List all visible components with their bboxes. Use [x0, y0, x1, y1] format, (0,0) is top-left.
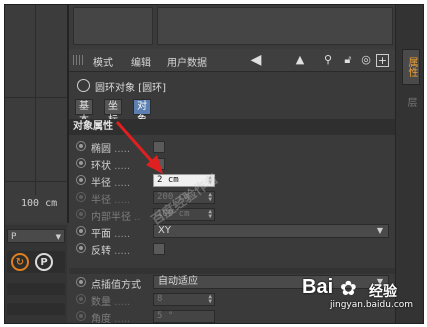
app-window: 100 cm P ▼ ↻ P 模式 编辑 用户数据 ◀ ▲ ⚲ 🔓︎ ◎ + 圆… — [4, 4, 424, 324]
annotation-arrow — [115, 121, 163, 174]
baidu-brand-cn: 经验 — [369, 284, 397, 300]
paw-icon: ✿ — [340, 276, 357, 300]
baidu-url: jingyan.baidu.com — [330, 300, 414, 310]
baidu-logo: Bai — [302, 276, 334, 298]
arrow-shaft — [115, 121, 157, 166]
